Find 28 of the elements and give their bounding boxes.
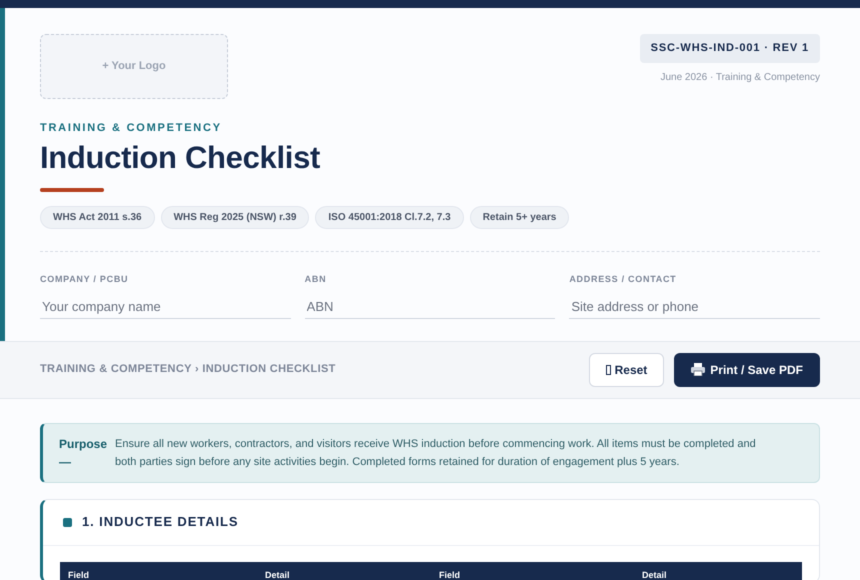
field-label: ADDRESS / CONTACT xyxy=(569,273,678,286)
regulation-tag: WHS Act 2011 s.36 xyxy=(40,206,155,229)
printer-icon xyxy=(691,363,706,376)
column-header: Field xyxy=(438,570,462,580)
reset-button[interactable]: Reset xyxy=(588,352,664,386)
box-icon xyxy=(606,364,611,374)
page-title: Induction Checklist xyxy=(40,139,322,177)
purpose-text: Ensure all new workers, contractors, and visitors receive WHS induction before commencing work. All items must be completed and both parties sign before any site activities begin. Completed forms retained for duration of engagement plus 5 years. xyxy=(115,436,757,470)
print-button[interactable]: Print / Save PDF xyxy=(674,352,820,386)
document-code: SSC-WHS-IND-001 · REV 1 xyxy=(640,34,820,62)
field-label: COMPANY / PCBU xyxy=(40,273,130,286)
regulation-tag: WHS Reg 2025 (NSW) r.39 xyxy=(160,206,310,229)
field-label: ABN xyxy=(304,273,328,286)
column-header: Detail xyxy=(641,570,668,580)
breadcrumb: TRAINING & COMPETENCY › INDUCTION CHECKLIST xyxy=(40,362,336,378)
column-header: Detail xyxy=(264,570,291,580)
text-field[interactable]: Your company name xyxy=(40,294,291,318)
text-field[interactable]: Site address or phone xyxy=(569,294,820,318)
eyebrow-label: TRAINING & COMPETENCY xyxy=(40,121,223,135)
text-field[interactable]: ABN xyxy=(304,294,556,318)
title-underline xyxy=(40,188,104,192)
regulation-tag: Retain 5+ years xyxy=(470,206,570,229)
column-header: Field xyxy=(67,570,90,580)
document-meta: June 2026 · Training & Competency xyxy=(660,70,820,84)
purpose-label: Purpose — xyxy=(59,436,105,470)
section-title: 1. INDUCTEE DETAILS xyxy=(82,513,238,532)
square-icon xyxy=(63,518,72,526)
regulation-tag: ISO 45001:2018 Cl.7.2, 7.3 xyxy=(315,206,464,229)
